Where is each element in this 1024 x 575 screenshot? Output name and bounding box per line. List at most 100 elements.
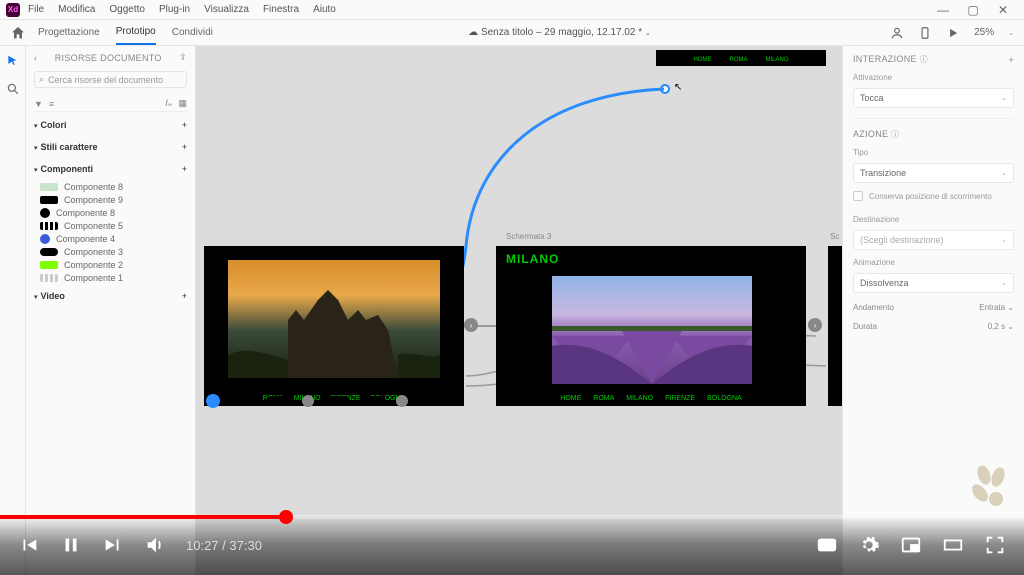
video-time: 10:27 / 37:30 — [186, 538, 262, 553]
list-view-icon[interactable]: I₌ — [165, 98, 172, 109]
artboard-topnav[interactable]: HOME ROMA MILANO — [656, 50, 826, 66]
cursor-icon: ↖ — [674, 82, 682, 93]
component-swatch — [40, 208, 50, 218]
component-item[interactable]: Componente 3 — [40, 247, 187, 257]
chevron-down-icon: ⌄ — [1001, 94, 1007, 102]
component-label: Componente 2 — [64, 260, 123, 270]
component-label: Componente 8 — [64, 182, 123, 192]
component-swatch — [40, 274, 58, 282]
user-icon[interactable] — [890, 26, 904, 40]
window-close[interactable]: ✕ — [988, 3, 1018, 17]
window-minimize[interactable]: — — [928, 3, 958, 17]
section-components[interactable]: ▾Componenti + — [34, 160, 187, 178]
destination-dropdown[interactable]: (Scegli destinazione)⌄ — [853, 230, 1014, 250]
zoom-level[interactable]: 25% — [974, 27, 994, 38]
menu-view[interactable]: Visualizza — [204, 4, 249, 15]
miniplayer-button[interactable] — [900, 534, 922, 556]
artboard-label[interactable]: Schermata 3 — [506, 232, 551, 241]
info-icon[interactable]: ⓘ — [891, 130, 899, 139]
add-icon[interactable]: + — [182, 142, 187, 152]
back-icon[interactable]: ‹ — [34, 53, 37, 63]
filter-icon[interactable]: ▼≡ — [34, 99, 54, 109]
search-icon[interactable] — [6, 82, 20, 96]
export-icon[interactable]: ⇪ — [179, 52, 187, 63]
activation-dropdown[interactable]: Tocca⌄ — [853, 88, 1014, 108]
play-icon[interactable] — [946, 26, 960, 40]
tab-share[interactable]: Condividi — [172, 21, 213, 44]
component-swatch — [40, 234, 50, 244]
menu-file[interactable]: File — [28, 4, 44, 15]
fullscreen-button[interactable] — [984, 534, 1006, 556]
menu-object[interactable]: Oggetto — [109, 4, 145, 15]
tab-prototype[interactable]: Prototipo — [116, 20, 156, 45]
artboard-heading: MILANO — [506, 252, 559, 266]
wire-target-node[interactable] — [660, 84, 670, 94]
prototype-canvas[interactable]: HOME ROMA MILANO ↖ ROMA MILANO — [196, 46, 842, 575]
type-dropdown[interactable]: Transizione⌄ — [853, 163, 1014, 183]
tab-design[interactable]: Progettazione — [38, 21, 100, 44]
component-swatch — [40, 222, 58, 230]
artboard-left[interactable]: ROMA MILANO FIRENZE BOLOGNA — [204, 246, 464, 406]
component-label: Componente 8 — [56, 208, 115, 218]
search-icon: ⌕ — [39, 74, 44, 85]
chevron-down-icon[interactable]: ⌄ — [645, 30, 651, 37]
component-label: Componente 9 — [64, 195, 123, 205]
document-title-area[interactable]: ☁ Senza titolo – 29 maggio, 12.17.02 * ⌄ — [229, 27, 890, 38]
captions-button[interactable] — [816, 534, 838, 556]
pause-button[interactable] — [60, 534, 82, 556]
component-item[interactable]: Componente 8 — [40, 208, 187, 218]
artboard-label-cut: Sc — [830, 232, 839, 241]
add-icon[interactable]: + — [182, 164, 187, 174]
add-icon[interactable]: + — [182, 291, 187, 301]
top-tabs-bar: Progettazione Prototipo Condividi ☁ Senz… — [0, 20, 1024, 46]
component-item[interactable]: Componente 5 — [40, 221, 187, 231]
component-item[interactable]: Componente 4 — [40, 234, 187, 244]
cloud-icon: ☁ — [468, 27, 478, 38]
menu-plugin[interactable]: Plug-in — [159, 4, 190, 15]
home-icon[interactable] — [10, 25, 26, 41]
document-title: Senza titolo – 29 maggio, 12.17.02 — [481, 27, 636, 38]
theater-button[interactable] — [942, 534, 964, 556]
asset-search[interactable]: ⌕ Cerca risorse del documento — [34, 71, 187, 88]
video-progress-bar[interactable] — [0, 515, 1024, 519]
section-colors[interactable]: ▾Colori + — [34, 116, 187, 134]
volume-button[interactable] — [144, 534, 166, 556]
tool-rail — [0, 46, 26, 575]
duration-value[interactable]: 0,2 s ⌄ — [988, 322, 1014, 331]
component-swatch — [40, 248, 58, 256]
component-swatch — [40, 261, 58, 269]
section-text-styles[interactable]: ▾Stili carattere + — [34, 138, 187, 156]
add-interaction-icon[interactable]: + — [1008, 55, 1014, 65]
artboard-milano[interactable]: MILANO HOME ROMA MILANO FIRENZE BOLOGNA — [496, 246, 806, 406]
wire-node[interactable]: › — [808, 318, 822, 332]
menu-help[interactable]: Aiuto — [313, 4, 336, 15]
menu-window[interactable]: Finestra — [263, 4, 299, 15]
grid-view-icon[interactable]: ▦ — [178, 98, 187, 109]
artboard-cutoff[interactable] — [828, 246, 842, 406]
settings-button[interactable] — [858, 534, 880, 556]
window-maximize[interactable]: ▢ — [958, 3, 988, 17]
select-tool-icon[interactable] — [6, 54, 20, 68]
component-item[interactable]: Componente 9 — [40, 195, 187, 205]
artboard-image — [552, 276, 752, 384]
info-icon[interactable]: ⓘ — [920, 55, 928, 64]
animation-dropdown[interactable]: Dissolvenza⌄ — [853, 273, 1014, 293]
easing-value[interactable]: Entrata ⌄ — [979, 303, 1014, 312]
watermark-icon — [966, 463, 1014, 511]
type-label: Tipo — [853, 148, 1014, 157]
preserve-scroll-checkbox[interactable]: Conserva posizione di scorrimento — [853, 191, 1014, 201]
component-label: Componente 3 — [64, 247, 123, 257]
chevron-down-icon: ⌄ — [1007, 303, 1014, 312]
component-item[interactable]: Componente 1 — [40, 273, 187, 283]
mobile-preview-icon[interactable] — [918, 26, 932, 40]
progress-thumb[interactable] — [279, 510, 293, 524]
next-button[interactable] — [102, 534, 124, 556]
section-video[interactable]: ▾Video + — [34, 287, 187, 305]
add-icon[interactable]: + — [182, 120, 187, 130]
component-item[interactable]: Componente 2 — [40, 260, 187, 270]
wire-node[interactable]: › — [464, 318, 478, 332]
previous-button[interactable] — [18, 534, 40, 556]
chevron-down-icon[interactable]: ⌄ — [1008, 29, 1014, 37]
component-item[interactable]: Componente 8 — [40, 182, 187, 192]
menu-edit[interactable]: Modifica — [58, 4, 95, 15]
